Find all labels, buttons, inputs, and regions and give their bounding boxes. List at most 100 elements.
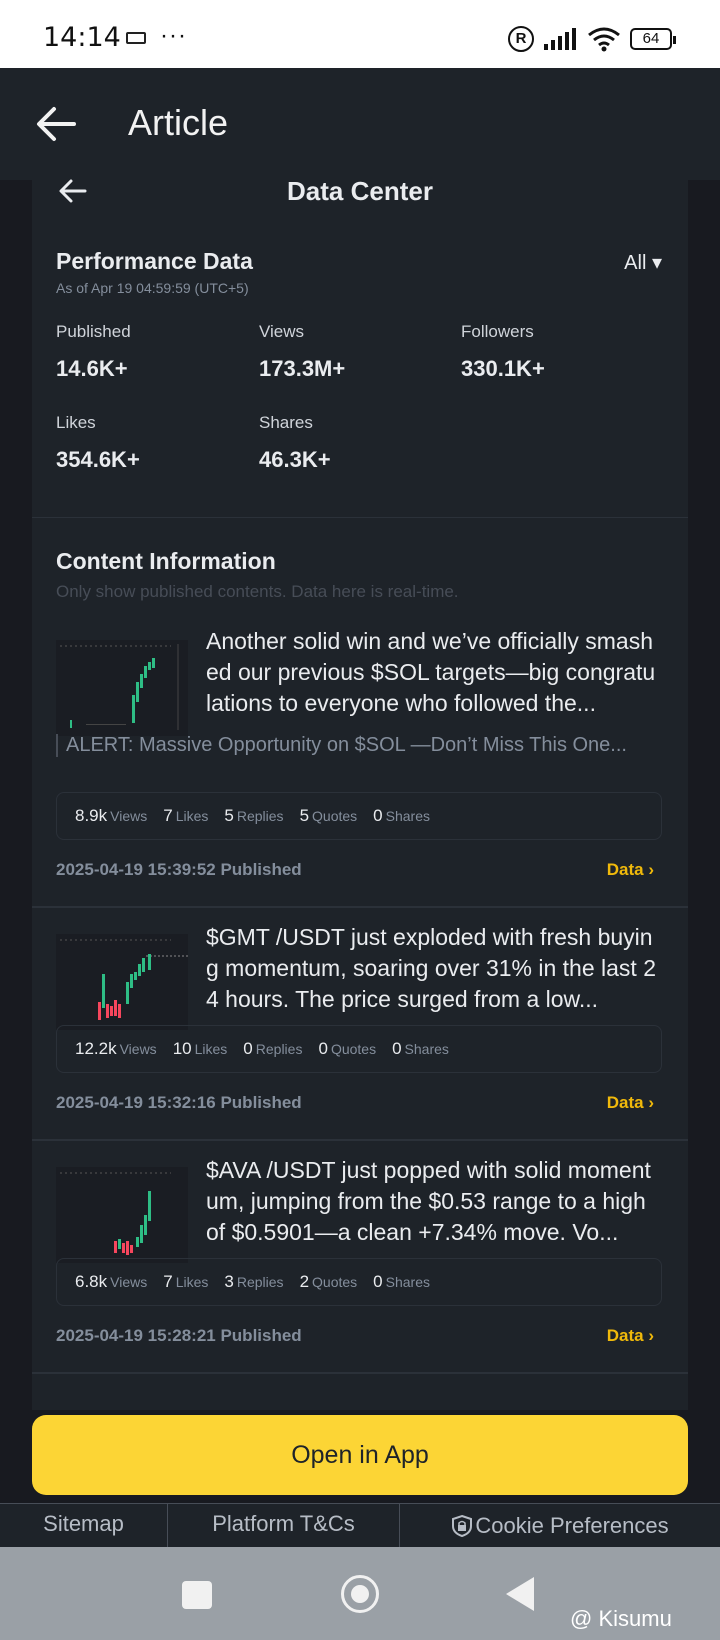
metric-value: 12.2k: [75, 1039, 117, 1058]
metric-shares: 0 Shares: [373, 806, 430, 826]
metric-value: 0: [243, 1039, 253, 1058]
data-link[interactable]: Data ›: [607, 1093, 654, 1113]
metric-value: 5: [299, 806, 310, 825]
cookie-preferences-label: Cookie Preferences: [475, 1512, 669, 1538]
footer-link-cookie-preferences[interactable]: Cookie Preferences: [400, 1504, 720, 1547]
status-time: 14:14: [43, 22, 121, 53]
metric-value: 3: [224, 1272, 234, 1291]
published-timestamp: 2025-04-19 15:32:16 Published: [56, 1093, 302, 1112]
back-arrow-icon[interactable]: [34, 104, 78, 144]
data-center-panel: Data Center Performance Data As of Apr 1…: [32, 170, 688, 1410]
footer-link-platform-tcs[interactable]: Platform T&Cs: [168, 1504, 400, 1547]
stat-label: Shares: [259, 413, 313, 432]
metric-label: Shares: [385, 1274, 430, 1290]
performance-title: Performance Data: [56, 248, 253, 274]
metric-value: 6.8k: [75, 1272, 108, 1291]
more-notifications-icon: ···: [160, 22, 187, 49]
metric-label: Quotes: [330, 1041, 377, 1057]
metric-quotes: 5 Quotes: [300, 806, 358, 826]
data-link[interactable]: Data ›: [607, 1326, 654, 1346]
metric-label: Views: [119, 1041, 157, 1057]
signal-icon: [544, 28, 576, 50]
post-metrics: 12.2k Views 10 Likes 0 Replies 0 Quotes 0 Sha…: [56, 1025, 662, 1073]
metric-value: 7: [163, 806, 173, 825]
metric-label: Likes: [175, 1274, 209, 1290]
post-excerpt[interactable]: $GMT /USDT just exploded with fresh buyi…: [206, 922, 656, 1015]
watermark: @ Kisumu: [570, 1606, 672, 1631]
stat-views: Views 173.3M+: [259, 322, 459, 382]
stat-label: Published: [56, 322, 131, 341]
stat-followers: Followers 330.1K+: [461, 322, 661, 382]
performance-as-of: As of Apr 19 04:59:59 (UTC+5): [56, 280, 249, 296]
stat-value: 173.3M+: [259, 356, 346, 381]
content-card[interactable]: Another solid win and we’ve officially s…: [32, 614, 688, 908]
metric-value: 2: [299, 1272, 310, 1291]
post-chart-thumbnail: [56, 640, 188, 736]
home-button[interactable]: [341, 1575, 379, 1613]
post-excerpt[interactable]: Another solid win and we’ve officially s…: [206, 626, 656, 719]
metric-value: 10: [172, 1039, 192, 1058]
metric-label: Replies: [236, 808, 284, 824]
metric-quotes: 0 Quotes: [318, 1039, 376, 1059]
metric-value: 8.9k: [75, 806, 108, 825]
stat-shares: Shares 46.3K+: [259, 413, 459, 473]
app-bar: Article: [0, 68, 720, 180]
metric-value: 7: [163, 1272, 173, 1291]
metric-label: Quotes: [312, 808, 358, 824]
post-excerpt[interactable]: $AVA /USDT just popped with solid moment…: [206, 1155, 656, 1248]
data-center-header: Data Center: [32, 170, 688, 254]
metric-quotes: 2 Quotes: [300, 1272, 358, 1292]
metric-label: Shares: [385, 808, 430, 824]
metric-views: 8.9k Views: [75, 806, 147, 826]
metric-value: 0: [392, 1039, 402, 1058]
status-bar: 14:14 ··· R 64: [0, 0, 720, 68]
wifi-icon: [588, 27, 620, 52]
footer-links: Sitemap Platform T&Cs Cookie Preferences: [0, 1503, 720, 1547]
stat-value: 46.3K+: [259, 447, 331, 472]
content-card[interactable]: $GMT /USDT just exploded with fresh buyi…: [32, 908, 688, 1141]
metric-replies: 3 Replies: [224, 1272, 283, 1292]
metric-label: Replies: [236, 1274, 284, 1290]
metric-value: 0: [373, 1272, 383, 1291]
metric-label: Likes: [194, 1041, 228, 1057]
post-chart-thumbnail: [56, 934, 188, 1030]
metric-likes: 10 Likes: [173, 1039, 228, 1059]
back-button[interactable]: [506, 1577, 534, 1611]
published-timestamp: 2025-04-19 15:28:21 Published: [56, 1326, 302, 1345]
metric-value: 5: [224, 806, 234, 825]
data-center-title: Data Center: [287, 176, 433, 206]
stat-published: Published 14.6K+: [56, 322, 256, 382]
stat-likes: Likes 354.6K+: [56, 413, 256, 473]
content-card[interactable]: $AVA /USDT just popped with solid moment…: [32, 1141, 688, 1374]
page-title: Article: [128, 102, 229, 143]
alert-quote[interactable]: ALERT: Massive Opportunity on $SOL —Don’…: [56, 734, 656, 757]
published-timestamp: 2025-04-19 15:39:52 Published: [56, 860, 302, 879]
recent-apps-button[interactable]: [182, 1581, 212, 1609]
stat-value: 14.6K+: [56, 356, 128, 381]
stat-label: Views: [259, 322, 305, 341]
content-info-title: Content Information: [56, 548, 276, 574]
metric-label: Replies: [255, 1041, 303, 1057]
footer-link-sitemap[interactable]: Sitemap: [0, 1504, 168, 1547]
metric-label: Likes: [175, 808, 209, 824]
system-nav-bar: @ Kisumu: [0, 1547, 720, 1640]
data-link[interactable]: Data ›: [607, 860, 654, 880]
metric-value: 0: [373, 806, 383, 825]
metric-shares: 0 Shares: [373, 1272, 430, 1292]
post-chart-thumbnail: [56, 1167, 188, 1263]
metric-label: Views: [110, 808, 148, 824]
stat-label: Followers: [461, 322, 534, 341]
metric-replies: 0 Replies: [243, 1039, 302, 1059]
stat-value: 330.1K+: [461, 356, 545, 381]
metric-views: 12.2k Views: [75, 1039, 157, 1059]
lock-shield-icon: [452, 1514, 473, 1537]
stat-value: 354.6K+: [56, 447, 140, 472]
open-in-app-button[interactable]: Open in App: [32, 1415, 688, 1495]
post-metrics: 8.9k Views 7 Likes 5 Replies 5 Quotes 0 Share…: [56, 792, 662, 840]
performance-section: Performance Data As of Apr 19 04:59:59 (…: [32, 248, 688, 518]
metric-shares: 0 Shares: [392, 1039, 449, 1059]
stat-label: Likes: [56, 413, 96, 432]
battery-icon: 64: [630, 28, 676, 50]
content-info-subtitle: Only show published contents. Data here …: [56, 582, 459, 601]
filter-dropdown[interactable]: All ▾: [624, 250, 662, 275]
